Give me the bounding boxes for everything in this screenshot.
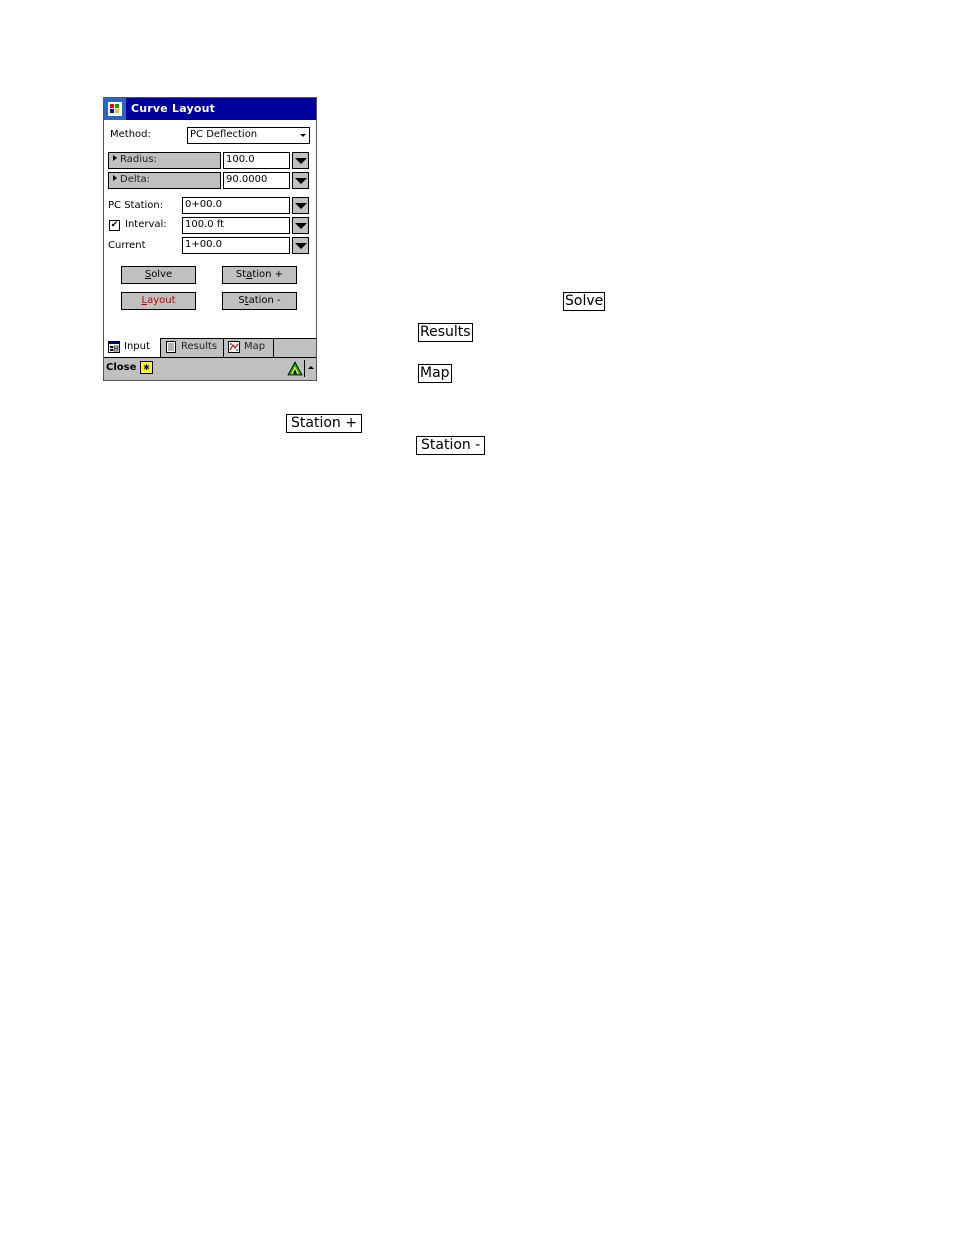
title-bar: Curve Layout: [104, 98, 316, 120]
doc-map-label: Map: [418, 364, 452, 383]
menu-separator: [304, 360, 305, 377]
delta-dropdown-button[interactable]: [292, 172, 309, 189]
tab-results[interactable]: Results: [161, 338, 224, 357]
doc-station-minus-label: Station -: [416, 436, 486, 455]
close-menu-item[interactable]: Close: [106, 362, 136, 373]
triangle-right-icon: [113, 175, 117, 181]
doc-solve-label: Solve: [563, 292, 606, 311]
radius-dropdown-button[interactable]: [292, 152, 309, 169]
tab-map-label: Map: [244, 341, 266, 352]
delta-toggle-button[interactable]: Delta:: [108, 172, 221, 189]
delta-input[interactable]: 90.0000: [223, 172, 290, 189]
delta-label: Delta:: [120, 174, 151, 185]
interval-label: Interval:: [125, 219, 167, 230]
report-icon: [166, 341, 176, 353]
current-dropdown-button[interactable]: [292, 237, 309, 254]
station-minus-label-post: ation -: [248, 295, 281, 306]
station-plus-label-pre: St: [235, 269, 247, 280]
form-icon: [108, 341, 120, 353]
map-icon: [228, 341, 240, 353]
windows-flag-icon[interactable]: [104, 98, 126, 120]
curve-layout-window: Curve Layout Method: PC Deflection Radiu…: [103, 97, 317, 381]
pc-station-dropdown-button[interactable]: [292, 197, 309, 214]
menu-bar: Close ✱: [104, 357, 316, 380]
station-minus-button[interactable]: Station -: [222, 292, 297, 310]
interval-input[interactable]: 100.0 ft: [182, 217, 290, 234]
chevron-up-icon[interactable]: [308, 366, 314, 369]
tab-input[interactable]: Input: [104, 338, 161, 357]
triangle-right-icon: [113, 155, 117, 161]
tab-map[interactable]: Map: [224, 338, 274, 357]
station-plus-button[interactable]: Station +: [222, 266, 297, 284]
doc-results-label: Results: [418, 323, 473, 342]
tab-input-label: Input: [124, 341, 150, 352]
keyboard-sun-icon[interactable]: ✱: [140, 361, 153, 374]
pc-station-input[interactable]: 0+00.0: [182, 197, 290, 214]
radius-label: Radius:: [120, 154, 157, 165]
tab-bar: Input Results Map: [104, 338, 316, 357]
method-value: PC Deflection: [190, 129, 258, 140]
method-label: Method:: [110, 129, 151, 140]
method-select[interactable]: PC Deflection: [187, 127, 310, 144]
solve-button[interactable]: Solve: [121, 266, 196, 284]
current-input[interactable]: 1+00.0: [182, 237, 290, 254]
interval-dropdown-button[interactable]: [292, 217, 309, 234]
chevron-down-icon: [300, 134, 306, 137]
layout-label-post: ayout: [147, 295, 176, 306]
pc-station-label: PC Station:: [108, 200, 164, 211]
current-label: Current: [108, 240, 146, 251]
station-plus-label-post: tion +: [252, 269, 284, 280]
solve-label-post: olve: [151, 269, 173, 280]
window-title: Curve Layout: [131, 102, 216, 115]
triangle-status-icon[interactable]: [287, 361, 303, 376]
radius-toggle-button[interactable]: Radius:: [108, 152, 221, 169]
radius-input[interactable]: 100.0: [223, 152, 290, 169]
layout-button[interactable]: Layout: [121, 292, 196, 310]
interval-checkbox[interactable]: ✔: [109, 220, 120, 231]
tab-results-label: Results: [181, 341, 218, 352]
doc-station-plus-label: Station +: [286, 414, 362, 433]
